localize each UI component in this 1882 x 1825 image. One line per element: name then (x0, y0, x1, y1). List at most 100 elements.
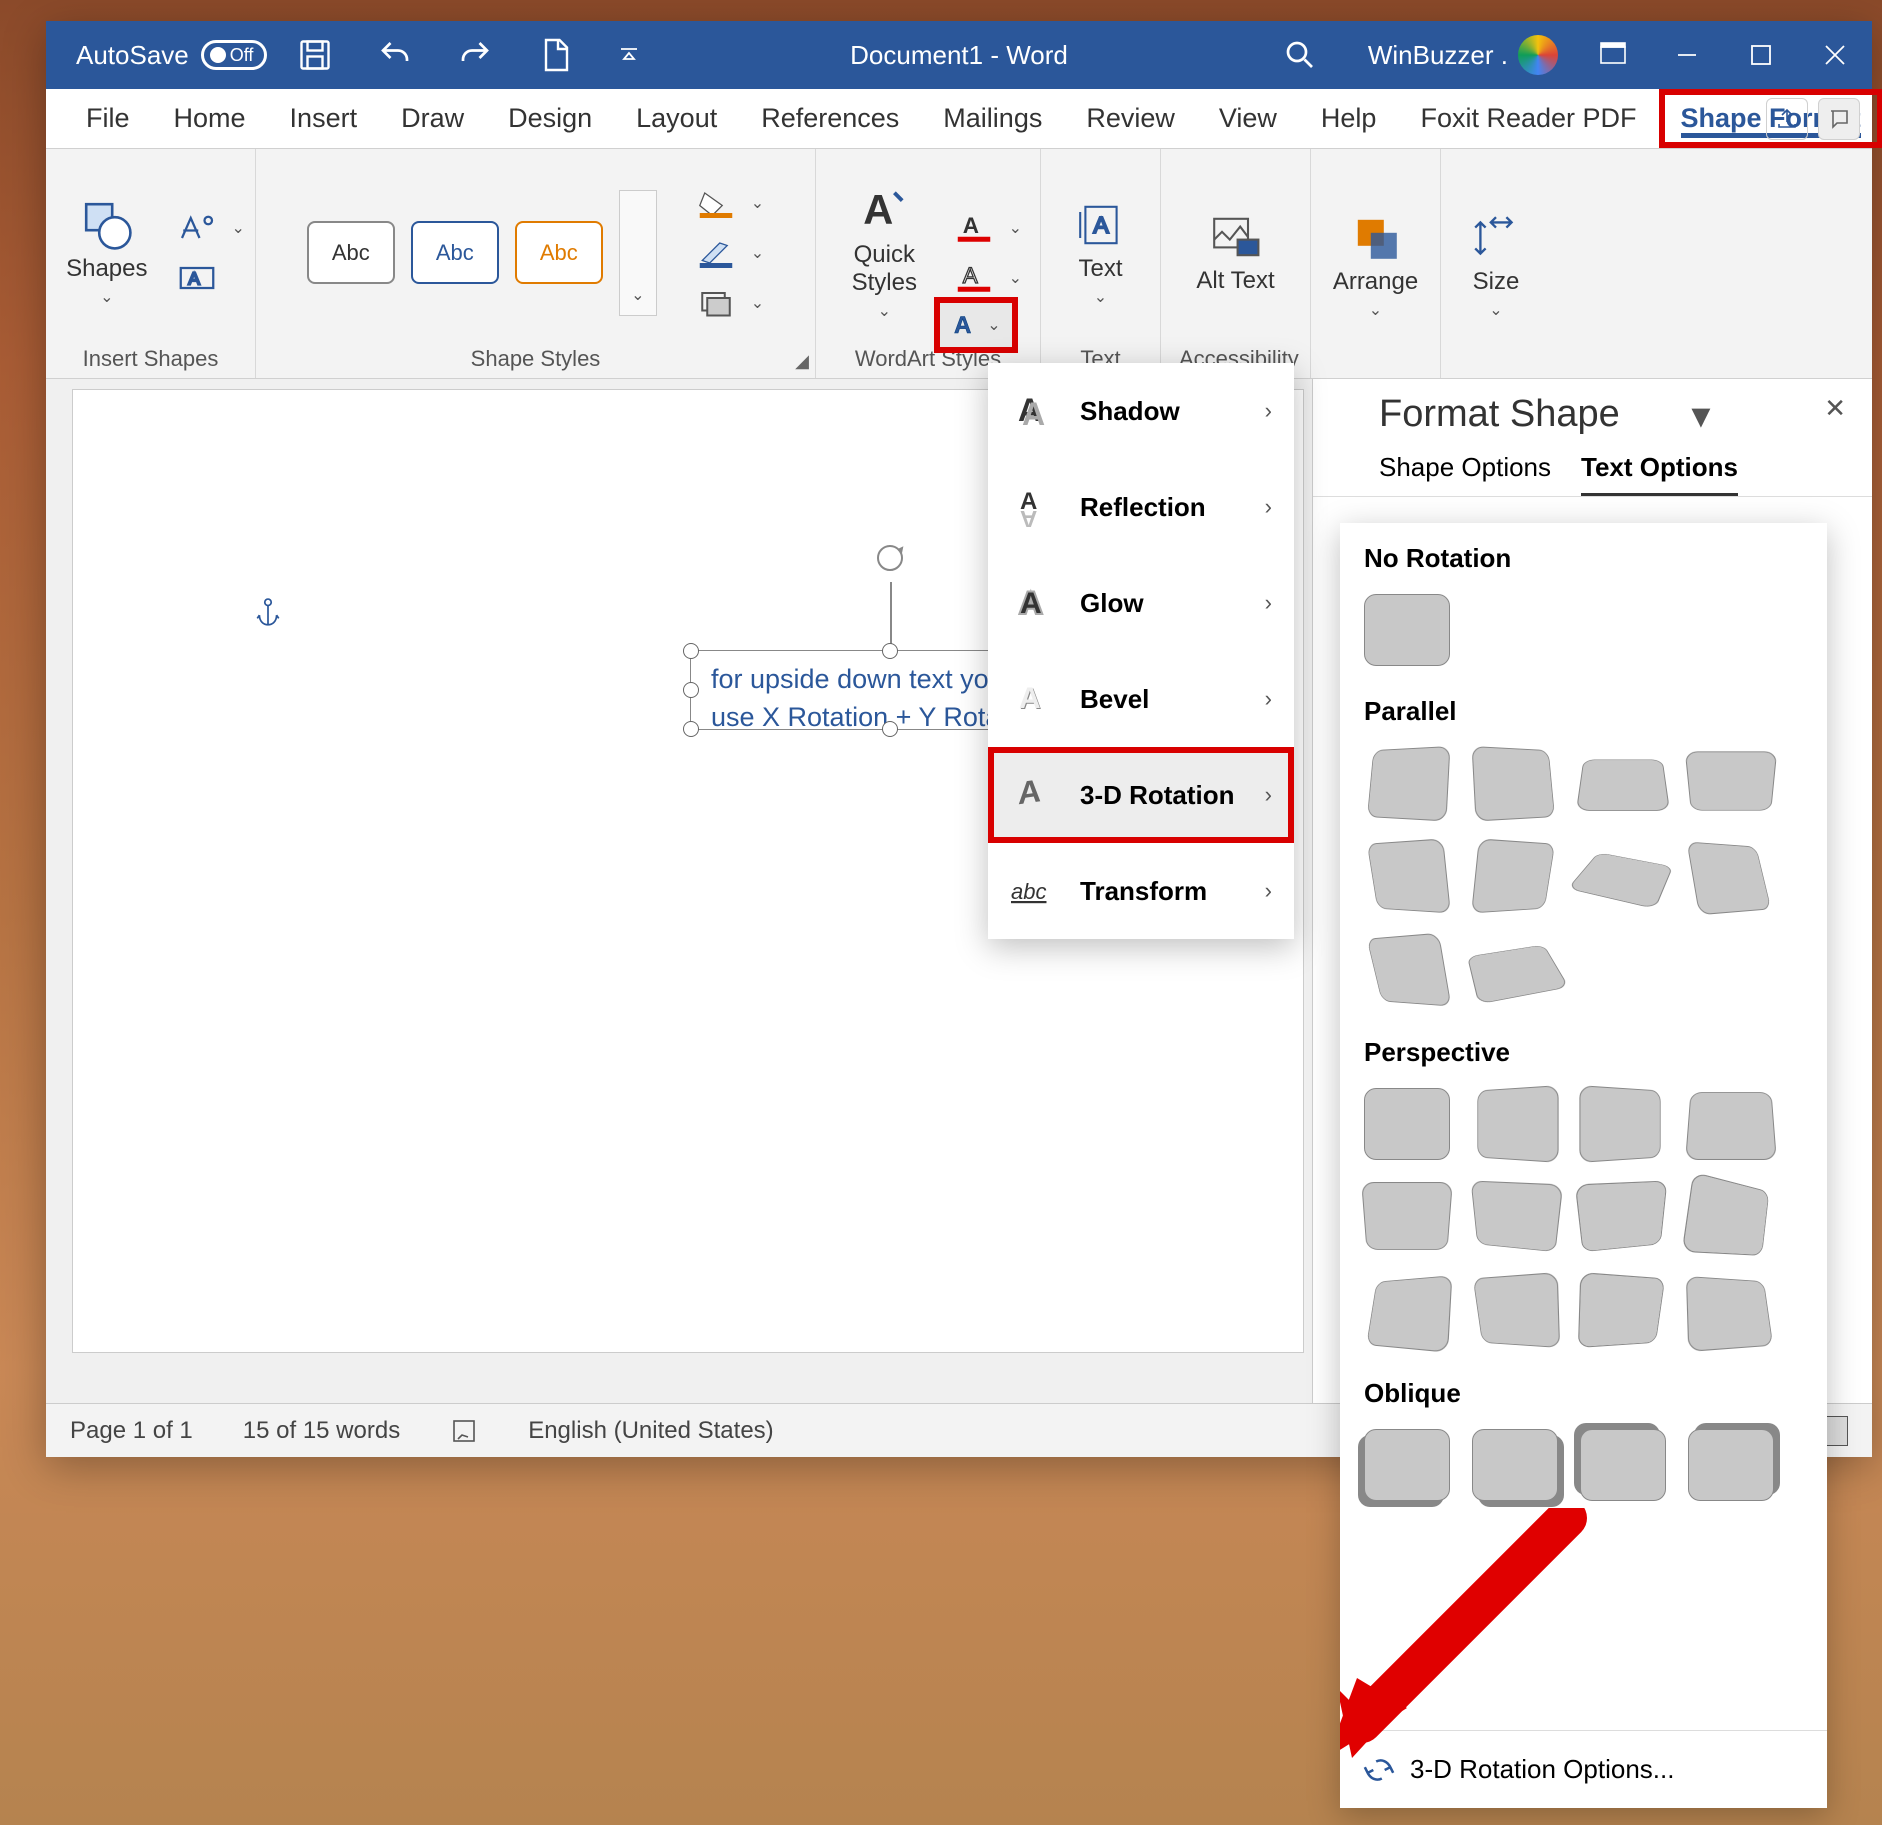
shapes-button[interactable]: Shapes ⌄ (56, 193, 157, 313)
status-words[interactable]: 15 of 15 words (243, 1417, 400, 1445)
preset-oblique-1[interactable] (1364, 1429, 1450, 1501)
shape-styles-dialog-launcher[interactable]: ◢ (795, 351, 809, 372)
pane-close-icon[interactable]: ✕ (1824, 393, 1846, 438)
style-preset-2[interactable]: Abc (411, 221, 499, 284)
comments-button[interactable] (1818, 98, 1860, 140)
autosave-toggle[interactable]: AutoSave Off (76, 40, 267, 71)
preset-persp-10[interactable] (1473, 1272, 1560, 1348)
ribbon-display-icon[interactable] (1576, 21, 1650, 89)
handle-b[interactable] (882, 721, 898, 737)
menu-glow[interactable]: AGlow › (988, 555, 1294, 651)
redo-icon[interactable] (457, 37, 493, 73)
tab-foxit[interactable]: Foxit Reader PDF (1398, 89, 1658, 148)
style-preset-3[interactable]: Abc (515, 221, 603, 284)
shape-effects-button[interactable]: ⌄ (695, 288, 764, 318)
menu-bevel[interactable]: AABevel › (988, 651, 1294, 747)
tab-mailings[interactable]: Mailings (921, 89, 1064, 148)
alt-text-button[interactable]: Alt Text (1186, 205, 1284, 301)
tab-help[interactable]: Help (1299, 89, 1399, 148)
preset-parallel-6[interactable] (1471, 838, 1555, 913)
size-button[interactable]: Size⌄ (1460, 206, 1532, 326)
preset-persp-3[interactable] (1579, 1085, 1660, 1163)
text-effects-button[interactable]: A ⌄ (934, 297, 1018, 353)
preset-parallel-5[interactable] (1367, 838, 1451, 913)
pane-dropdown-icon[interactable]: ▾ (1691, 393, 1752, 438)
preset-parallel-2[interactable] (1472, 746, 1555, 822)
handle-l[interactable] (683, 682, 699, 698)
tab-references[interactable]: References (739, 89, 921, 148)
status-language[interactable]: English (United States) (528, 1417, 773, 1445)
tab-review[interactable]: Review (1064, 89, 1197, 148)
tab-text-options[interactable]: Text Options (1581, 452, 1738, 496)
account-button[interactable]: WinBuzzer . (1368, 35, 1558, 75)
preset-persp-9[interactable] (1366, 1275, 1452, 1353)
preset-persp-11[interactable] (1578, 1272, 1665, 1348)
minimize-button[interactable] (1650, 21, 1724, 89)
maximize-button[interactable] (1724, 21, 1798, 89)
preset-persp-6[interactable] (1471, 1180, 1564, 1252)
svg-text:A: A (1093, 211, 1109, 237)
shape-style-gallery[interactable]: Abc Abc Abc ⌄ (307, 190, 657, 316)
menu-shadow[interactable]: AAShadow › (988, 363, 1294, 459)
tab-shape-options[interactable]: Shape Options (1339, 452, 1551, 496)
tab-layout[interactable]: Layout (614, 89, 739, 148)
fill-icon (695, 188, 737, 218)
search-icon[interactable] (1282, 37, 1318, 73)
spellcheck-icon[interactable] (450, 1417, 478, 1445)
text-outline-button[interactable]: A⌄ (953, 263, 1022, 293)
style-gallery-more[interactable]: ⌄ (619, 190, 657, 316)
rotation-handle-icon[interactable] (872, 540, 908, 576)
tab-file[interactable]: File (64, 89, 152, 148)
preset-persp-7[interactable] (1575, 1180, 1668, 1252)
preset-persp-1[interactable] (1364, 1088, 1450, 1160)
rotation-options-label: 3-D Rotation Options... (1410, 1754, 1674, 1785)
text-direction-button[interactable]: A Text⌄ (1065, 193, 1137, 313)
preset-parallel-1[interactable] (1367, 746, 1450, 822)
handle-t[interactable] (882, 643, 898, 659)
preset-oblique-2[interactable] (1472, 1429, 1558, 1501)
menu-3d-rotation[interactable]: A3-D Rotation › (988, 747, 1294, 843)
preset-persp-2[interactable] (1477, 1085, 1558, 1163)
handle-bl[interactable] (683, 721, 699, 737)
status-page[interactable]: Page 1 of 1 (70, 1417, 193, 1445)
menu-reflection-label: Reflection (1080, 492, 1206, 523)
3d-rotation-options[interactable]: 3-D Rotation Options... (1340, 1730, 1827, 1808)
preset-parallel-10[interactable] (1467, 945, 1569, 1005)
edit-shape-button[interactable]: ⌄ (176, 213, 245, 243)
customize-qat-icon[interactable] (617, 43, 641, 67)
tab-home[interactable]: Home (152, 89, 268, 148)
preset-none[interactable] (1364, 594, 1450, 666)
preset-parallel-3[interactable] (1576, 760, 1670, 811)
textbox-button[interactable]: A (176, 263, 245, 293)
handle-tl[interactable] (683, 643, 699, 659)
share-button[interactable] (1766, 98, 1808, 140)
tab-design[interactable]: Design (486, 89, 614, 148)
svg-text:A: A (863, 186, 893, 233)
undo-icon[interactable] (377, 37, 413, 73)
preset-parallel-7[interactable] (1567, 852, 1673, 909)
preset-parallel-4[interactable] (1685, 751, 1777, 810)
preset-persp-4[interactable] (1685, 1092, 1777, 1160)
preset-persp-12[interactable] (1686, 1276, 1773, 1352)
preset-oblique-4[interactable] (1688, 1429, 1774, 1501)
text-fill-button[interactable]: A⌄ (953, 213, 1022, 243)
menu-transform[interactable]: abcTransform › (988, 843, 1294, 939)
tab-insert[interactable]: Insert (268, 89, 380, 148)
tab-draw[interactable]: Draw (379, 89, 486, 148)
preset-persp-5[interactable] (1361, 1182, 1453, 1250)
shape-outline-button[interactable]: ⌄ (695, 238, 764, 268)
new-doc-icon[interactable] (537, 37, 573, 73)
arrange-button[interactable]: Arrange⌄ (1323, 206, 1428, 326)
shape-fill-button[interactable]: ⌄ (695, 188, 764, 218)
preset-parallel-8[interactable] (1687, 841, 1772, 915)
style-preset-1[interactable]: Abc (307, 221, 395, 284)
autosave-switch[interactable]: Off (201, 40, 267, 70)
save-icon[interactable] (297, 37, 333, 73)
menu-reflection[interactable]: AAReflection › (988, 459, 1294, 555)
close-button[interactable] (1798, 21, 1872, 89)
quick-styles-button[interactable]: A Quick Styles⌄ (834, 179, 935, 327)
preset-parallel-9[interactable] (1367, 933, 1452, 1007)
preset-oblique-3[interactable] (1580, 1429, 1666, 1501)
preset-persp-8[interactable] (1682, 1172, 1770, 1256)
tab-view[interactable]: View (1197, 89, 1299, 148)
